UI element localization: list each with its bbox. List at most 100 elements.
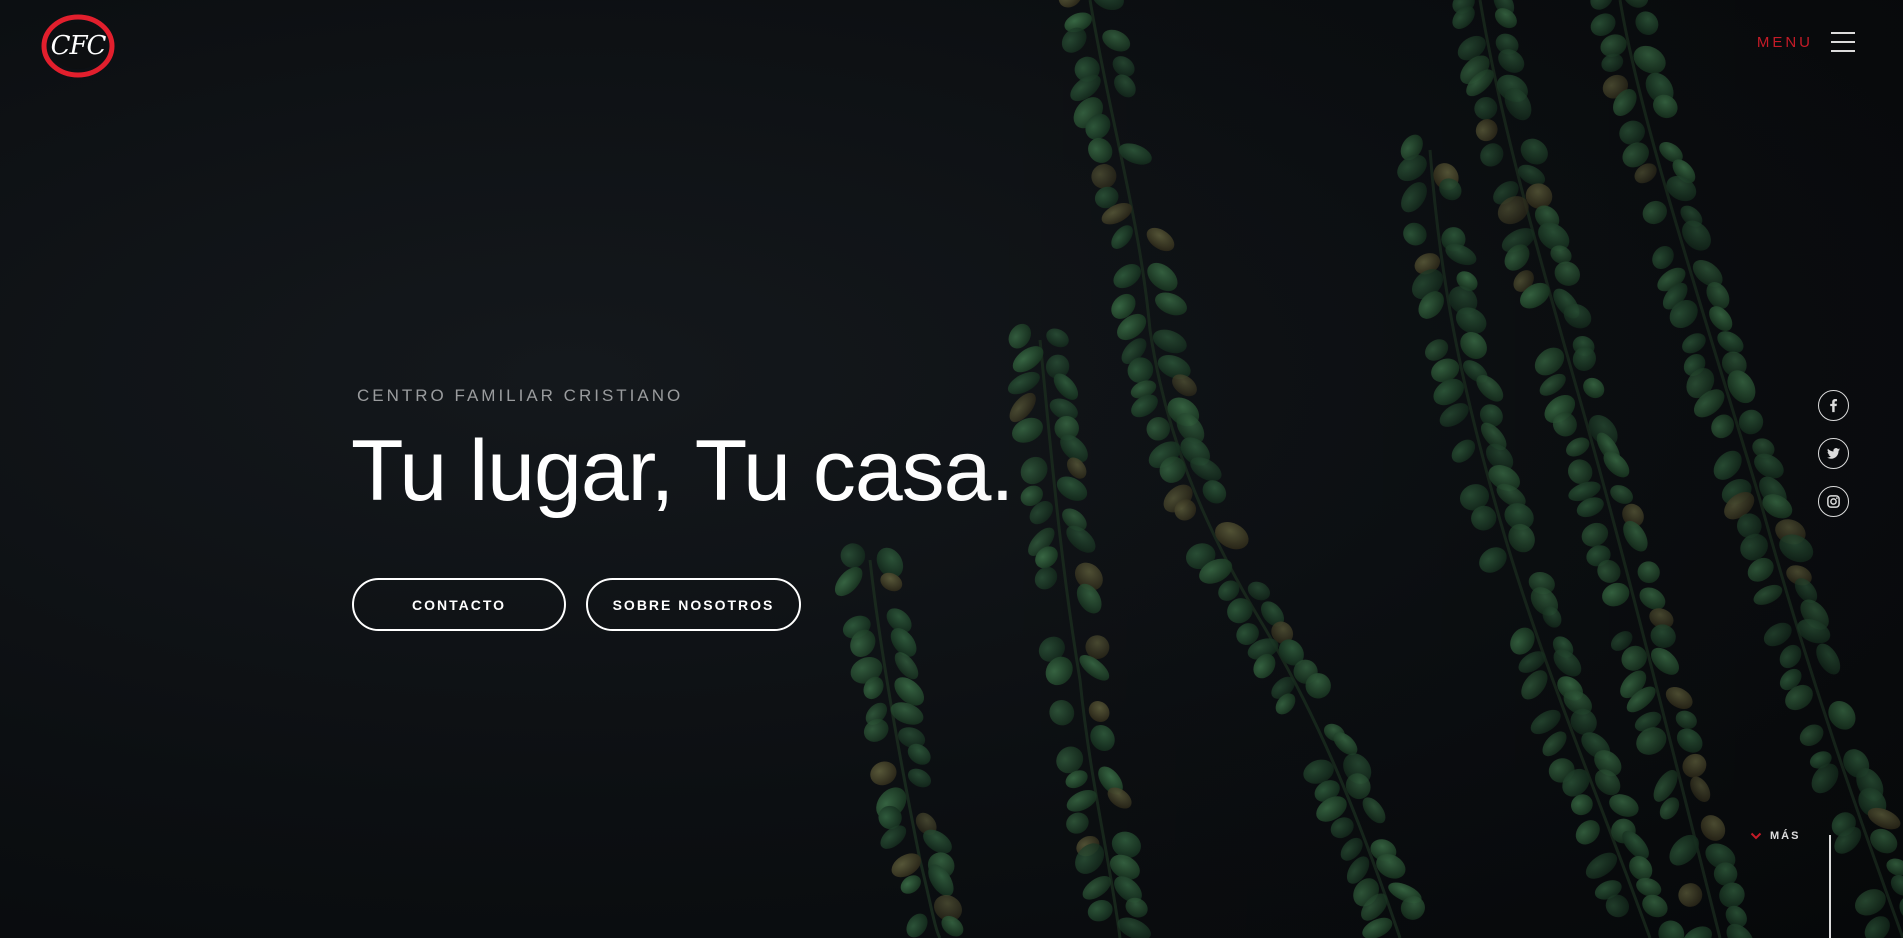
- ivy-leaf: [1520, 138, 1548, 165]
- menu-label: MENU: [1756, 33, 1813, 51]
- chevron-down-icon: [1750, 832, 1762, 840]
- ivy-leaf: [1460, 55, 1490, 85]
- ivy-leaf: [1590, 0, 1613, 10]
- ivy-leaf: [1513, 270, 1534, 292]
- ivy-leaf: [1082, 875, 1112, 900]
- ivy-leaf: [1456, 271, 1478, 291]
- ivy-leaf: [1433, 378, 1464, 406]
- ivy-leaf: [1411, 269, 1444, 300]
- ivy-leaf: [876, 547, 904, 578]
- ivy-leaf: [1724, 492, 1755, 520]
- ivy-leaf: [1066, 812, 1089, 834]
- ivy-leaf: [1568, 459, 1593, 485]
- ivy-leaf: [1753, 584, 1783, 605]
- ivy-leaf: [1112, 56, 1135, 77]
- ivy-leaf: [1585, 852, 1618, 879]
- hero-headline: Tu lugar, Tu casa.: [351, 423, 1014, 519]
- ivy-leaf: [1682, 753, 1707, 778]
- facebook-icon[interactable]: [1818, 390, 1849, 421]
- ivy-leaf: [1079, 654, 1110, 681]
- ivy-leaf: [1496, 483, 1526, 508]
- ivy-leaf: [1570, 708, 1597, 736]
- ivy-leaf: [1652, 245, 1674, 270]
- twitter-icon[interactable]: [1818, 438, 1849, 469]
- instagram-icon[interactable]: [1818, 486, 1849, 517]
- ivy-leaf: [1441, 227, 1466, 252]
- ivy-leaf: [863, 676, 884, 700]
- ivy-leaf: [1653, 94, 1678, 119]
- ivy-leaf: [1649, 608, 1674, 629]
- ivy-leaf: [1479, 547, 1507, 573]
- ivy-leaf: [1433, 163, 1459, 191]
- sobre-nosotros-button[interactable]: SOBRE NOSOTROS: [586, 578, 801, 631]
- ivy-leaf: [1056, 476, 1088, 501]
- ivy-leaf: [1622, 0, 1649, 8]
- ivy-leaf: [1682, 926, 1712, 938]
- ivy-leaf: [1706, 282, 1730, 309]
- ivy-leaf: [928, 864, 954, 897]
- ivy-leaf: [1886, 858, 1903, 876]
- ivy-leaf: [1074, 562, 1103, 591]
- ivy-leaf: [886, 608, 912, 633]
- cfc-logo[interactable]: CFC: [40, 13, 116, 79]
- ivy-leaf: [1303, 759, 1334, 784]
- ivy-leaf: [1504, 244, 1530, 271]
- ivy-leaf: [1636, 727, 1667, 755]
- scroll-indicator-line: [1829, 835, 1831, 938]
- ivy-leaf: [1480, 143, 1504, 167]
- ivy-leaf: [1752, 438, 1775, 459]
- hero-section: CFC MENU CENTRO FAMILIAR CRISTIANO Tu lu…: [0, 0, 1903, 938]
- scroll-more-button[interactable]: MÁS: [1750, 830, 1800, 842]
- ivy-leaf: [1148, 441, 1181, 469]
- ivy-leaf: [1779, 644, 1802, 669]
- ivy-leaf: [1152, 329, 1187, 354]
- ivy-leaf: [1167, 397, 1200, 427]
- ivy-leaf: [1066, 789, 1097, 812]
- ivy-leaf: [1586, 545, 1611, 567]
- ivy-leaf: [1682, 333, 1706, 354]
- ivy-leaf: [1075, 843, 1105, 874]
- ivy-leaf: [1538, 222, 1570, 252]
- ivy-leaf: [1525, 183, 1553, 209]
- ivy-leaf: [1431, 358, 1460, 383]
- ivy-leaf: [1594, 750, 1622, 777]
- ivy-leaf: [1662, 282, 1688, 310]
- ivy-leaf: [1550, 245, 1572, 264]
- ivy-leaf: [1493, 181, 1519, 205]
- ivy-leaf: [1455, 307, 1487, 334]
- ivy-leaf: [1102, 29, 1131, 52]
- ivy-leaf: [1474, 96, 1498, 120]
- ivy-leaf: [907, 743, 931, 765]
- ivy-leaf: [1657, 267, 1686, 292]
- ivy-leaf: [1518, 651, 1546, 673]
- ivy-leaf: [1400, 895, 1425, 920]
- contacto-button[interactable]: CONTACTO: [352, 578, 566, 631]
- ivy-leaf: [1159, 456, 1186, 483]
- ivy-leaf: [1504, 503, 1534, 530]
- social-links: [1818, 390, 1849, 517]
- ivy-leaf: [1062, 508, 1087, 531]
- ivy-leaf: [1650, 624, 1676, 648]
- ivy-leaf: [1693, 389, 1725, 418]
- ivy-leaf: [1066, 457, 1087, 479]
- menu-button[interactable]: MENU: [1757, 32, 1855, 52]
- ivy-leaf: [1675, 710, 1697, 729]
- ivy-leaf: [1642, 894, 1668, 918]
- ivy-leaf: [1401, 182, 1427, 213]
- ivy-leaf: [1074, 56, 1100, 82]
- ivy-leaf: [1899, 896, 1903, 923]
- ivy-leaf: [1636, 877, 1662, 897]
- hamburger-icon: [1831, 32, 1855, 52]
- ivy-leaf: [880, 825, 907, 849]
- ivy-leaf: [1439, 403, 1469, 427]
- ivy-leaf: [1785, 684, 1813, 711]
- ivy-leaf: [1740, 533, 1768, 561]
- ivy-leaf: [1157, 354, 1191, 380]
- ivy-leaf: [1834, 826, 1862, 854]
- ivy-leaf: [923, 829, 952, 854]
- ivy-leaf: [1451, 439, 1476, 463]
- ivy-leaf: [1034, 566, 1058, 590]
- ivy-leaf: [1098, 766, 1123, 795]
- ivy-leaf: [891, 853, 922, 878]
- ivy-leaf: [1340, 837, 1363, 861]
